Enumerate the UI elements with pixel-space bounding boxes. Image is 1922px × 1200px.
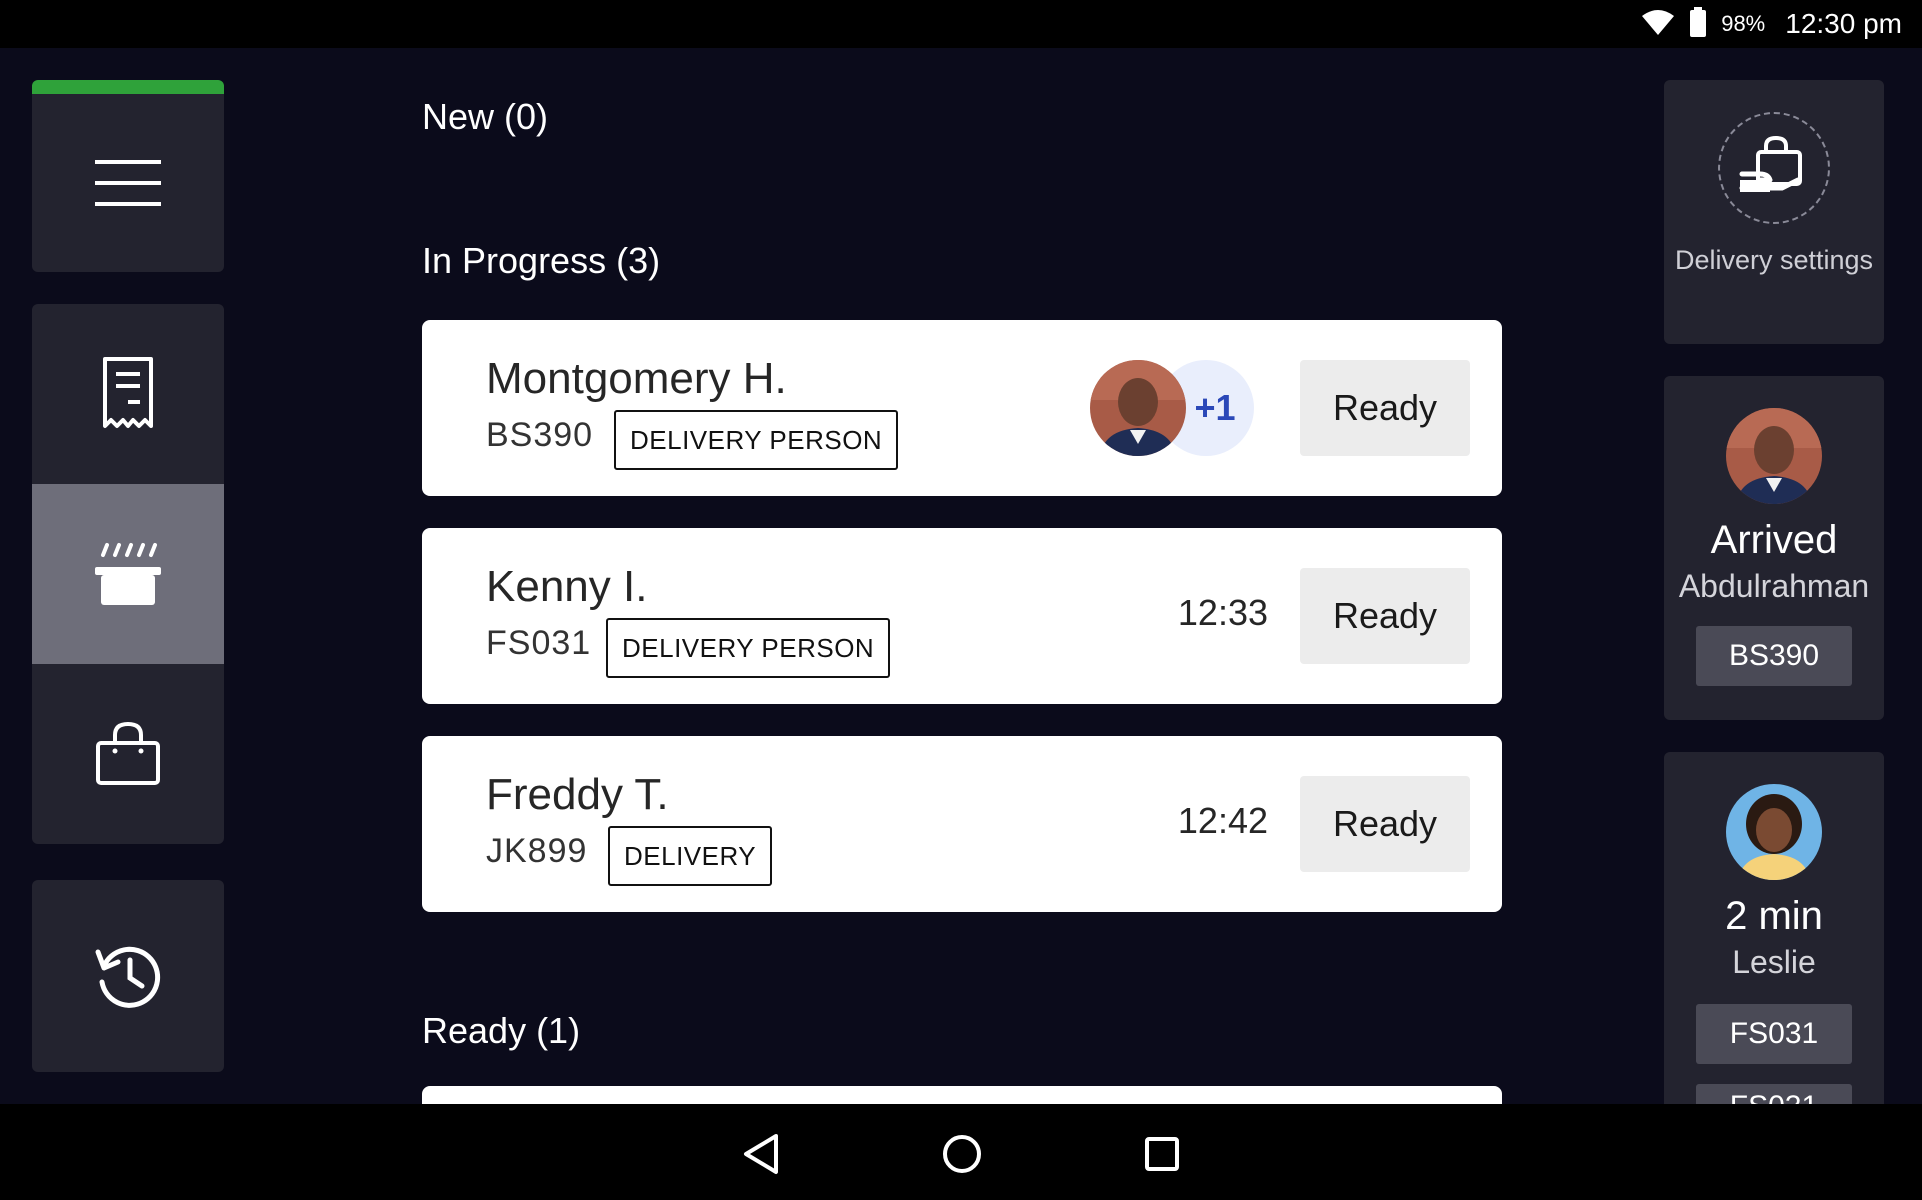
pickup-nav-item[interactable] [32, 664, 224, 844]
courier-order-chip: BS390 [1696, 626, 1852, 686]
courier-name: Leslie [1732, 944, 1816, 980]
home-icon [943, 1135, 981, 1173]
wifi-icon [1641, 8, 1675, 41]
courier-card[interactable]: 2 min Leslie FS031 FS031 [1664, 752, 1884, 1104]
courier-avatar [1726, 784, 1822, 880]
order-time: 12:33 [1177, 592, 1268, 633]
order-card[interactable]: Freddy T. JK899 DELIVERY 12:42 Ready [422, 736, 1502, 912]
courier-order-chip: FS031 [1696, 1084, 1852, 1104]
history-block [32, 880, 224, 1072]
history-button[interactable] [32, 880, 224, 1072]
order-card[interactable] [422, 1086, 1502, 1104]
courier-avatar [1726, 408, 1822, 504]
status-bar: 98% 12:30 pm [0, 0, 1922, 48]
shopping-bag-icon [96, 721, 160, 785]
back-icon [744, 1134, 778, 1174]
recents-icon [1145, 1137, 1179, 1171]
cooking-pot-icon [95, 543, 161, 605]
menu-button[interactable] [32, 94, 224, 272]
delivery-type-tag: DELIVERY PERSON [614, 410, 899, 470]
ready-button[interactable]: Ready [1300, 568, 1470, 664]
courier-avatar [1090, 360, 1186, 456]
history-icon [95, 946, 161, 1008]
courier-eta: 2 min [1725, 894, 1823, 938]
app-main: New (0) In Progress (3) Montgomery H. BS… [0, 48, 1922, 1104]
delivery-settings-icon [1718, 112, 1830, 224]
order-code: FS031 [486, 624, 592, 662]
order-card[interactable]: Kenny I. FS031 DELIVERY PERSON 12:33 Rea… [422, 528, 1502, 704]
order-card[interactable]: Montgomery H. BS390 DELIVERY PERSON +1 R… [422, 320, 1502, 496]
menu-block [32, 80, 224, 272]
courier-order-chip: FS031 [1696, 1004, 1852, 1064]
courier-status: Arrived [1710, 518, 1838, 562]
section-in-progress-title: In Progress (3) [422, 240, 661, 281]
nav-group [32, 304, 224, 844]
section-new-title: New (0) [422, 96, 549, 137]
recents-button[interactable] [1132, 1124, 1192, 1184]
customer-name: Freddy T. [486, 770, 669, 819]
home-button[interactable] [932, 1124, 992, 1184]
courier-card[interactable]: Arrived Abdulrahman BS390 [1664, 376, 1884, 720]
system-nav-bar [0, 1104, 1922, 1200]
orders-nav-item[interactable] [32, 304, 224, 484]
ready-button[interactable]: Ready [1300, 360, 1470, 456]
delivery-type-tag: DELIVERY PERSON [606, 618, 891, 678]
customer-name: Kenny I. [486, 562, 648, 611]
order-time: 12:42 [1177, 800, 1268, 841]
ready-button[interactable]: Ready [1300, 776, 1470, 872]
customer-name: Montgomery H. [486, 354, 787, 403]
back-button[interactable] [732, 1124, 792, 1184]
menu-icon [95, 160, 161, 206]
order-code: JK899 [486, 832, 588, 870]
delivery-settings-button[interactable]: Delivery settings [1664, 80, 1884, 344]
receipt-icon [103, 357, 153, 428]
delivery-type-tag: DELIVERY [608, 826, 773, 886]
kitchen-nav-item[interactable] [32, 484, 224, 664]
clock: 12:30 pm [1785, 8, 1902, 39]
order-code: BS390 [486, 416, 594, 454]
section-ready-title: Ready (1) [422, 1010, 581, 1051]
delivery-settings-label: Delivery settings [1674, 245, 1874, 275]
battery-percent: 98% [1721, 11, 1766, 36]
battery-icon [1689, 6, 1707, 42]
